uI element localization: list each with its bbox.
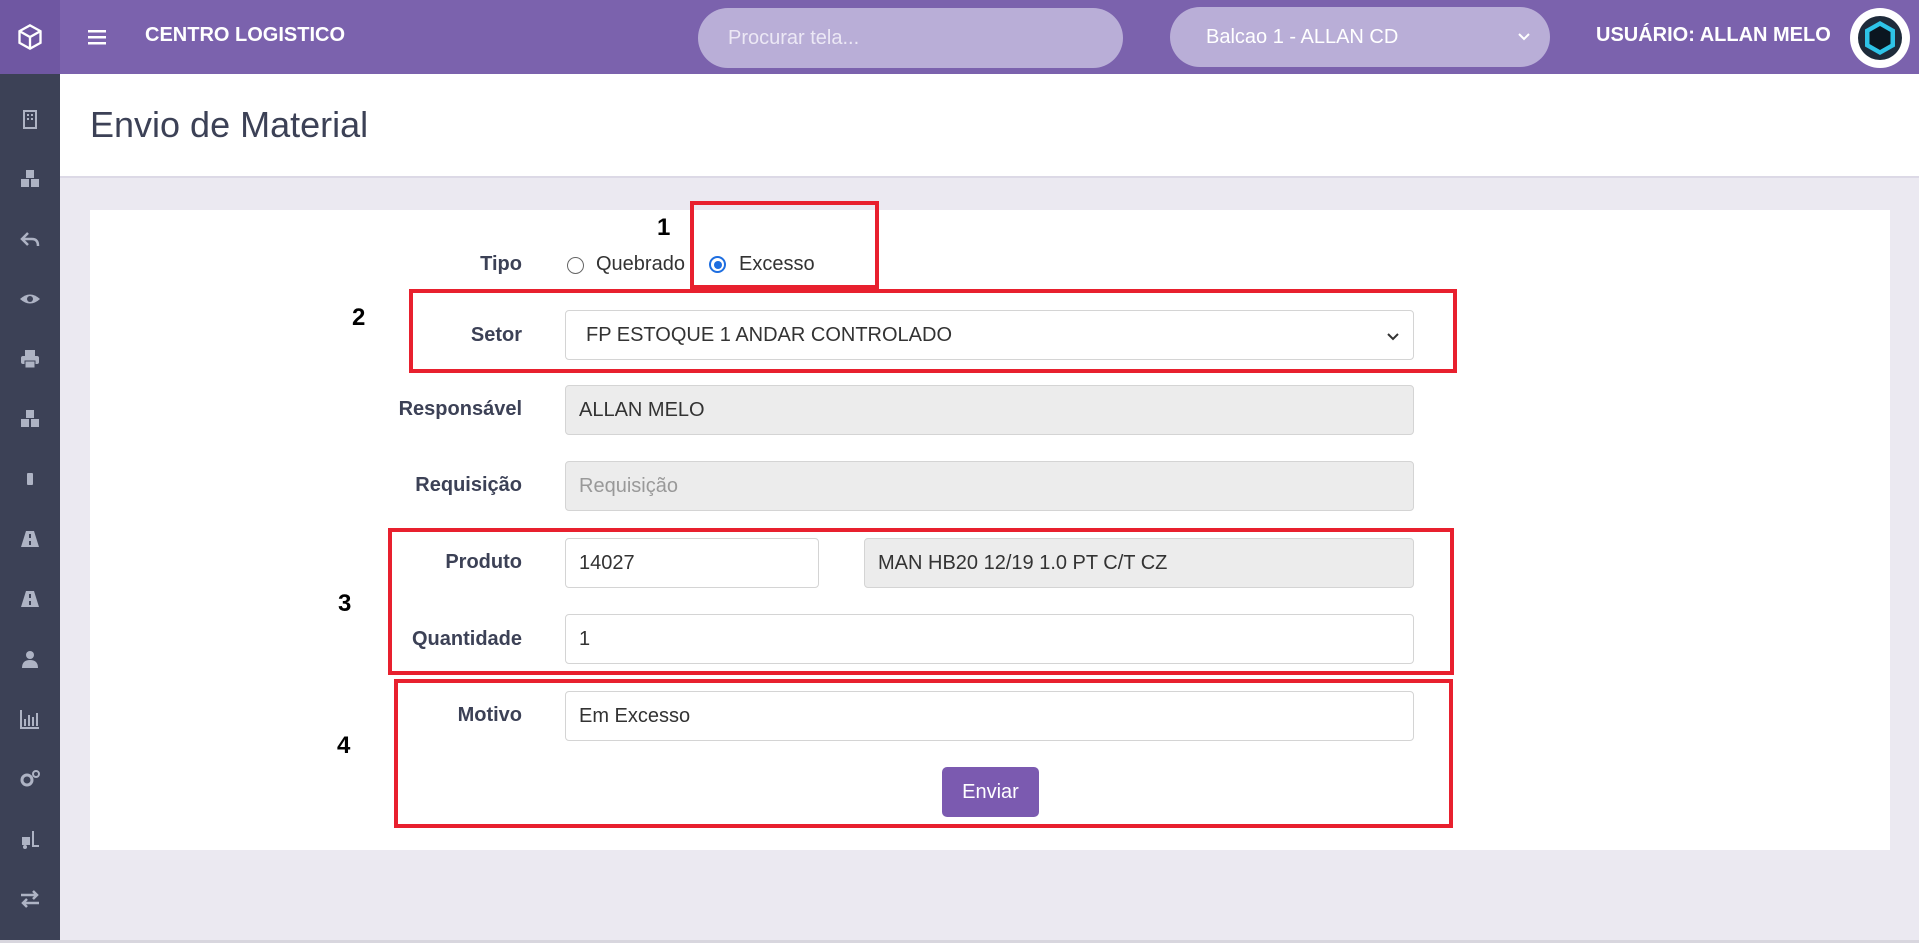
tipo-radio-quebrado[interactable] (567, 257, 584, 274)
hamburger-icon (88, 30, 106, 45)
cubes-icon (21, 410, 39, 427)
annotation-number-3: 3 (338, 590, 352, 617)
mobile-icon (27, 473, 33, 485)
sidebar-item-print[interactable] (0, 339, 60, 379)
print-icon (21, 350, 39, 369)
responsavel-label: Responsável (398, 398, 522, 420)
sidebar-item-cubes[interactable] (0, 159, 60, 199)
sidebar-item-mobile[interactable] (0, 459, 60, 499)
cubes-icon (21, 170, 39, 187)
sidebar-item-user[interactable] (0, 639, 60, 679)
app-title: CENTRO LOGISTICO (145, 24, 345, 46)
requisicao-field[interactable]: Requisição (565, 461, 1414, 511)
logo[interactable] (0, 0, 60, 74)
tipo-option-quebrado: Quebrado (596, 253, 685, 275)
user-icon (22, 651, 38, 668)
annotation-number-1: 1 (657, 214, 671, 241)
annotation-number-4: 4 (337, 732, 351, 759)
search-input[interactable] (698, 8, 1123, 68)
responsavel-field[interactable]: ALLAN MELO (565, 385, 1414, 435)
menu-toggle-button[interactable] (86, 26, 108, 48)
annotation-box-3 (388, 528, 1454, 675)
annotation-box-4 (394, 679, 1453, 828)
sidebar-item-cubes-2[interactable] (0, 399, 60, 439)
eye-icon (20, 294, 40, 304)
gears-icon (20, 770, 40, 787)
balcao-select[interactable]: Balcao 1 - ALLAN CD (1170, 7, 1550, 67)
sidebar-item-settings[interactable] (0, 759, 60, 799)
cube-icon (18, 23, 42, 51)
tipo-label: Tipo (480, 253, 522, 275)
forklift-icon (22, 831, 39, 849)
road-icon (21, 591, 39, 607)
sidebar-item-road-2[interactable] (0, 579, 60, 619)
road-icon (21, 531, 39, 547)
balcao-selected-value: Balcao 1 - ALLAN CD (1206, 25, 1399, 48)
sidebar-item-road[interactable] (0, 519, 60, 559)
page-title: Envio de Material (90, 104, 369, 145)
building-icon (23, 110, 37, 129)
sidebar-item-exchange[interactable] (0, 879, 60, 919)
avatar[interactable] (1850, 8, 1910, 68)
exchange-icon (21, 890, 39, 908)
chevron-down-icon (1518, 33, 1530, 41)
annotation-number-2: 2 (352, 304, 366, 331)
sidebar-item-building[interactable] (0, 99, 60, 139)
top-bar: CENTRO LOGISTICO Balcao 1 - ALLAN CD USU… (0, 0, 1919, 74)
requisicao-label: Requisição (415, 474, 522, 496)
sidebar-item-forklift[interactable] (0, 819, 60, 859)
user-label: USUÁRIO: ALLAN MELO (1596, 24, 1831, 46)
annotation-box-2 (409, 289, 1457, 373)
annotation-box-1 (690, 201, 879, 289)
sidebar-item-eye[interactable] (0, 279, 60, 319)
sidebar (0, 74, 60, 943)
sidebar-item-reply[interactable] (0, 219, 60, 259)
sidebar-item-chart[interactable] (0, 699, 60, 739)
reply-icon (20, 232, 40, 247)
bar-chart-icon (20, 710, 39, 729)
page-header: Envio de Material (60, 74, 1919, 178)
hexagon-logo-icon (1858, 16, 1902, 60)
